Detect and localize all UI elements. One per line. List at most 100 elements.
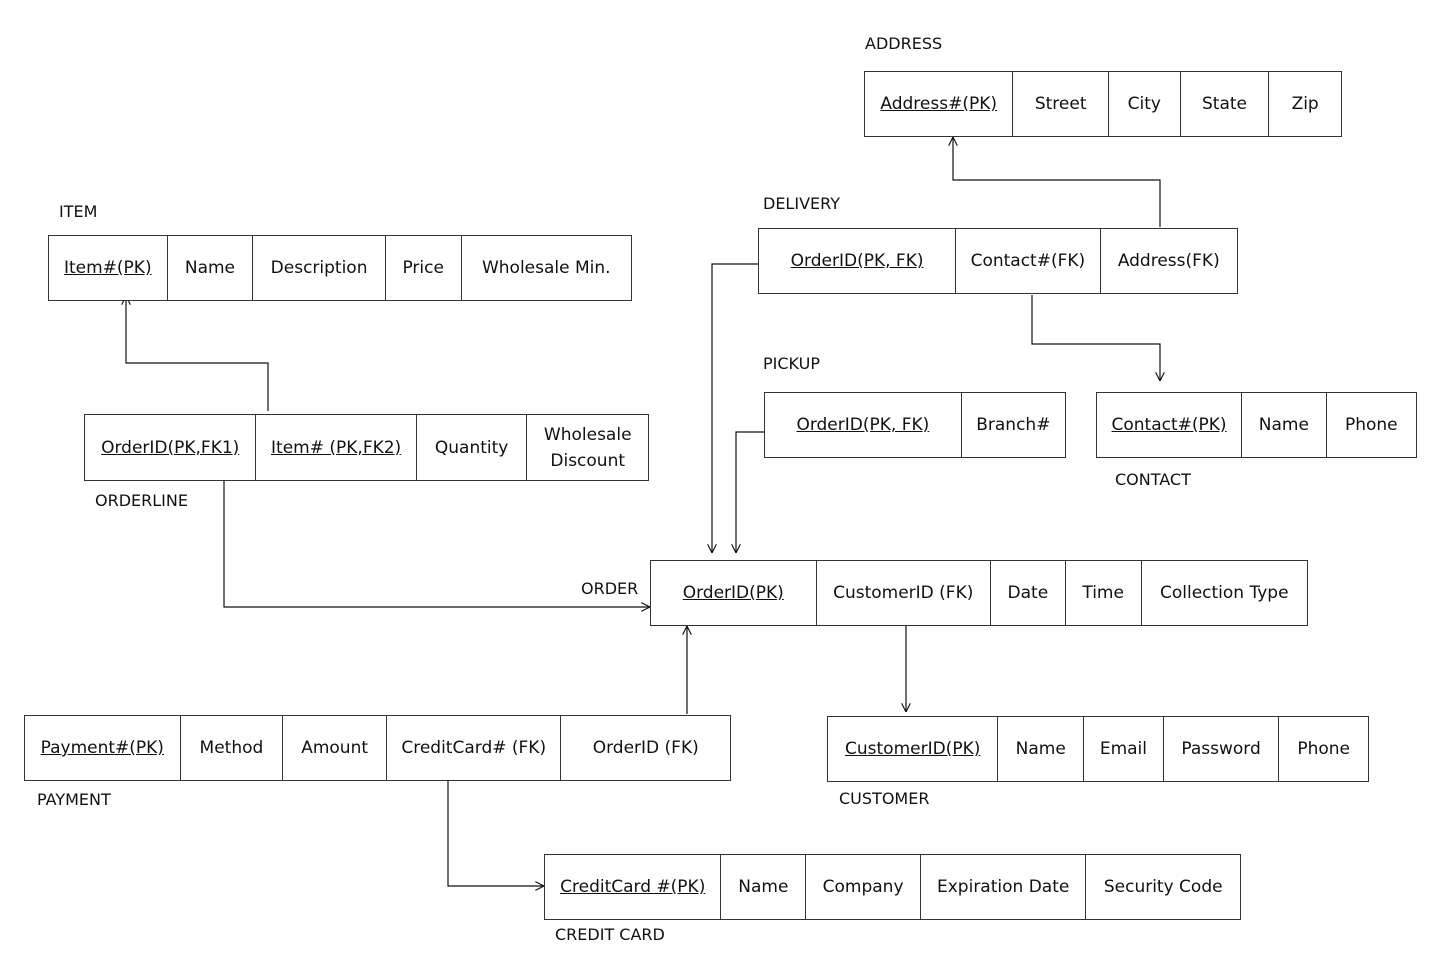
relationship-arrow: [1031, 295, 1160, 381]
credit-card-field: CreditCard #(PK): [545, 855, 722, 919]
field-text: Password: [1181, 739, 1261, 759]
field-text: City: [1127, 94, 1161, 114]
payment-field: Amount: [283, 716, 387, 780]
item-entity-label: ITEM: [59, 202, 98, 221]
credit-card-field: Name: [721, 855, 807, 919]
payment-entity: Payment#(PK) Method Amount CreditCard# (FK)…: [24, 715, 731, 781]
order-field: CustomerID (FK): [817, 561, 991, 625]
order-entity-label: ORDER: [581, 579, 639, 598]
field-text: Quantity: [434, 437, 509, 458]
credit-card-field: Company: [806, 855, 921, 919]
field-text: Name: [1015, 739, 1066, 759]
field-text: Contact#(FK): [970, 251, 1086, 271]
contact-field: Name: [1242, 393, 1327, 457]
field-text: Phone: [1344, 415, 1398, 435]
item-field: Description: [253, 236, 386, 300]
payment-field: CreditCard# (FK): [387, 716, 562, 780]
field-text: CreditCard #(PK): [560, 877, 706, 897]
order-field: Collection Type: [1142, 561, 1308, 625]
delivery-field: Contact#(FK): [956, 229, 1101, 293]
field-text: OrderID(PK): [682, 583, 784, 603]
field-text: CreditCard# (FK): [401, 738, 547, 758]
customer-field: CustomerID(PK): [828, 717, 999, 781]
credit-card-entity-label: CREDIT CARD: [555, 925, 665, 944]
customer-field: Name: [998, 717, 1085, 781]
credit-card-entity: CreditCard #(PK) Name Company Expiration Da…: [544, 854, 1241, 920]
address-entity: Address#(PK) Street City State Zip: [864, 71, 1342, 137]
credit-card-field: Expiration Date: [921, 855, 1087, 919]
field-text: CustomerID (FK): [833, 583, 974, 603]
field-text: Description: [270, 258, 368, 278]
order-entity: OrderID(PK) CustomerID (FK) Date Time Collec…: [650, 560, 1308, 626]
field-text: Zip: [1291, 94, 1319, 114]
field-text: State: [1201, 94, 1247, 114]
field-text: Collection Type: [1159, 583, 1289, 603]
pickup-field: Branch#: [962, 393, 1065, 457]
customer-entity-label: CUSTOMER: [839, 789, 930, 808]
field-text: Email: [1099, 739, 1147, 759]
field-text: Item#(PK): [63, 258, 152, 278]
field-text: Payment#(PK): [40, 738, 164, 758]
address-entity-label: ADDRESS: [865, 34, 943, 53]
field-text: Name: [184, 258, 236, 278]
item-field: Name: [168, 236, 254, 300]
order-field: Date: [991, 561, 1066, 625]
relationship-arrow: [712, 263, 758, 553]
item-entity: Item#(PK) Name Description Price Wholesale M…: [48, 235, 632, 301]
item-field: Item#(PK): [49, 236, 168, 300]
field-text: Address#(PK): [880, 94, 997, 114]
field-text: Item# (PK,FK2): [271, 437, 402, 458]
field-text: OrderID (FK): [592, 738, 699, 758]
delivery-field: OrderID(PK, FK): [759, 229, 957, 293]
field-text: Address(FK): [1117, 251, 1220, 271]
field-text: OrderID(PK,FK1): [101, 437, 240, 458]
field-text: Street: [1034, 94, 1087, 114]
customer-field: Password: [1164, 717, 1280, 781]
payment-entity-label: PAYMENT: [37, 790, 111, 809]
contact-entity-label: CONTACT: [1115, 470, 1191, 489]
field-text: Wholesale Discount: [543, 424, 632, 471]
address-field: Street: [1013, 72, 1109, 136]
pickup-entity-label: PICKUP: [763, 354, 820, 373]
customer-field: Phone: [1279, 717, 1368, 781]
contact-entity: Contact#(PK) Name Phone: [1096, 392, 1417, 458]
order-field: Time: [1066, 561, 1142, 625]
address-field: City: [1109, 72, 1181, 136]
field-text: Expiration Date: [937, 877, 1070, 897]
field-text: Time: [1082, 583, 1124, 603]
field-text: Date: [1007, 583, 1049, 603]
item-field: Wholesale Min.: [462, 236, 631, 300]
orderline-field: OrderID(PK,FK1): [85, 415, 257, 480]
field-text: Name: [738, 877, 789, 897]
pickup-entity: OrderID(PK, FK) Branch#: [764, 392, 1066, 458]
orderline-field: Item# (PK,FK2): [256, 415, 417, 480]
field-text: Wholesale Min.: [481, 258, 611, 278]
field-text: OrderID(PK, FK): [790, 251, 924, 271]
field-text: Security Code: [1103, 877, 1223, 897]
field-text: Company: [822, 877, 904, 897]
payment-field: Method: [181, 716, 284, 780]
relationship-arrow: [736, 431, 764, 553]
pickup-field: OrderID(PK, FK): [765, 393, 962, 457]
delivery-entity-label: DELIVERY: [763, 194, 840, 213]
relationship-arrow: [126, 296, 269, 411]
field-text: Branch#: [976, 415, 1051, 435]
orderline-field: Wholesale Discount: [527, 415, 648, 480]
delivery-entity: OrderID(PK, FK) Contact#(FK) Address(FK): [758, 228, 1238, 294]
address-field: Zip: [1269, 72, 1341, 136]
credit-card-field: Security Code: [1086, 855, 1240, 919]
field-text: OrderID(PK, FK): [796, 415, 930, 435]
address-field: State: [1181, 72, 1270, 136]
field-text: Name: [1258, 415, 1309, 435]
customer-field: Email: [1084, 717, 1164, 781]
contact-field: Phone: [1327, 393, 1416, 457]
orderline-entity: OrderID(PK,FK1) Item# (PK,FK2) Quantity Who…: [84, 414, 649, 481]
relationship-arrow: [447, 781, 544, 886]
order-field: OrderID(PK): [651, 561, 817, 625]
item-field: Price: [386, 236, 462, 300]
field-text: Method: [199, 738, 264, 758]
field-text: Amount: [301, 738, 369, 758]
field-text: Price: [402, 258, 444, 278]
field-text: CustomerID(PK): [845, 739, 981, 759]
orderline-entity-label: ORDERLINE: [95, 491, 188, 510]
